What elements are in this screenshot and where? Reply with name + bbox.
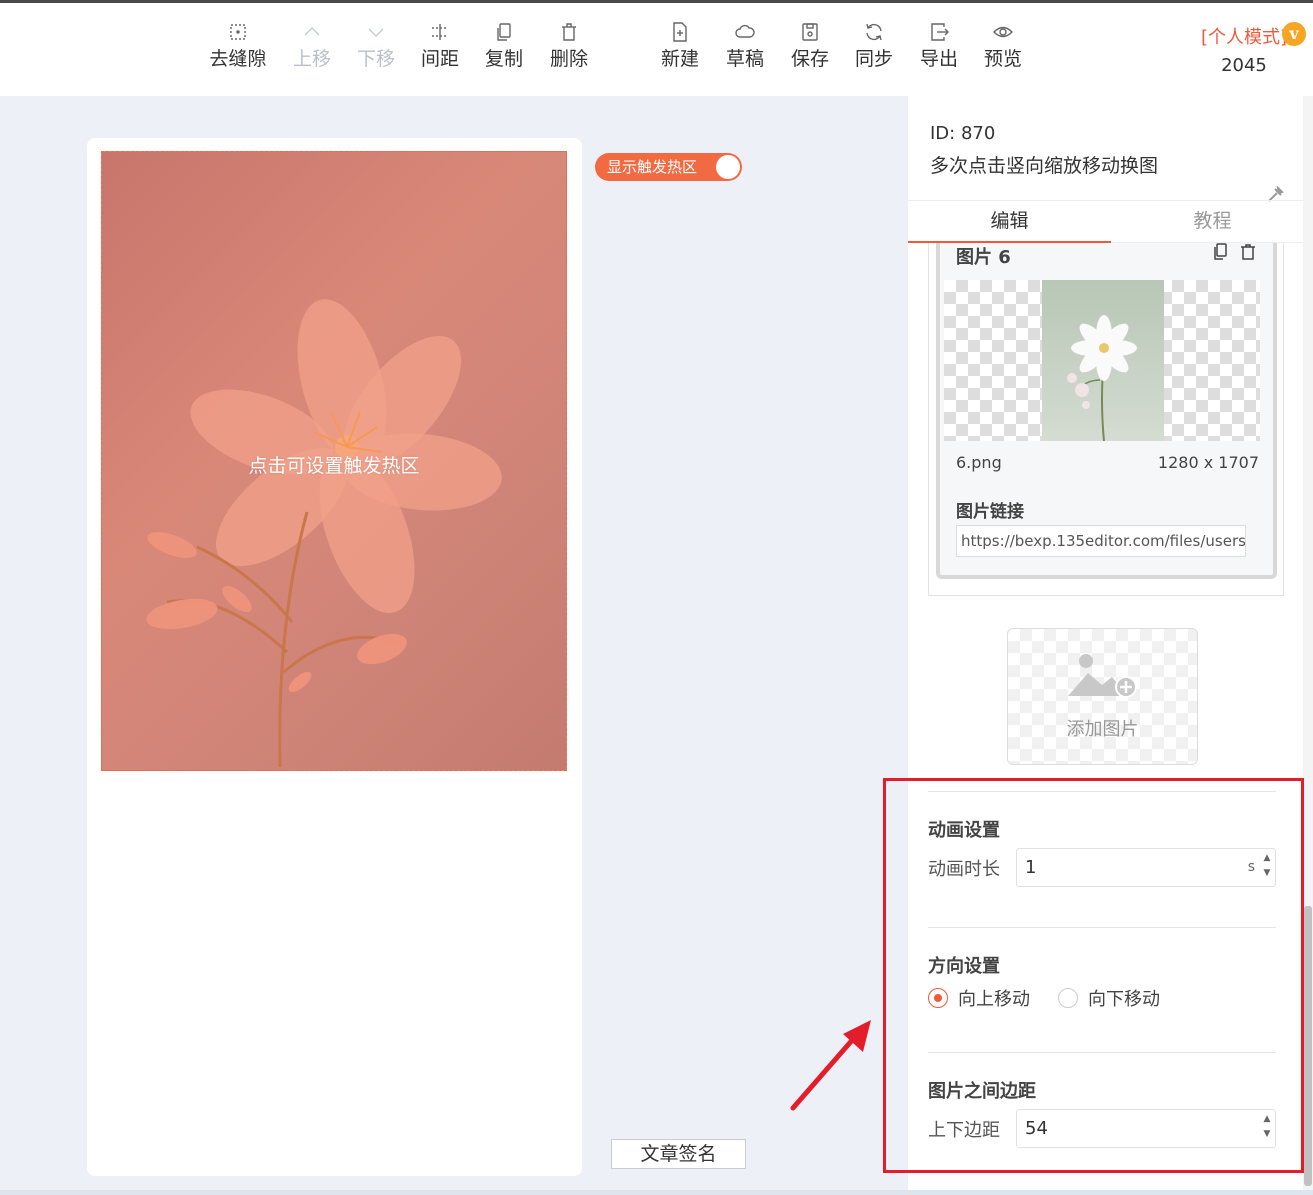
trash-icon[interactable] <box>1239 243 1257 265</box>
delete-label: 删除 <box>549 48 588 70</box>
image-dimensions: 1280 x 1707 <box>1157 453 1259 472</box>
chevron-down-icon <box>365 21 387 43</box>
spacing-icon <box>429 21 451 43</box>
sync-button[interactable]: 同步 <box>842 21 906 71</box>
eye-icon <box>992 21 1014 43</box>
preview-button[interactable]: 预览 <box>971 21 1035 71</box>
article-sign-button[interactable]: 文章签名 <box>611 1139 746 1169</box>
window-bottom-border <box>0 1190 1313 1195</box>
sync-icon <box>863 21 885 43</box>
copy-label: 复制 <box>484 48 523 70</box>
cloud-icon <box>734 21 756 43</box>
save-icon <box>799 21 821 43</box>
draft-label: 草稿 <box>725 48 764 70</box>
spacing-label: 间距 <box>420 48 459 70</box>
image-item-inner: 图片 6 6.png 1280 x 1707 图片链接 https://bexp… <box>936 243 1277 579</box>
delete-button[interactable]: 删除 <box>537 21 601 71</box>
copy-button[interactable]: 复制 <box>472 21 536 71</box>
image-item-title: 图片 6 <box>956 247 1011 268</box>
personal-mode[interactable]: [个人模式] 2045 <box>1201 23 1287 76</box>
image-thumbnail <box>1042 280 1164 441</box>
annotation-arrow-icon <box>790 1020 871 1111</box>
panel-scrollbar-thumb[interactable] <box>1304 906 1312 1186</box>
mode-number: 2045 <box>1221 55 1267 76</box>
poster-image[interactable]: 点击可设置触发热区 <box>101 151 567 771</box>
dotted-square-icon <box>227 21 249 43</box>
export-button[interactable]: 导出 <box>907 21 971 71</box>
save-button[interactable]: 保存 <box>778 21 842 71</box>
add-image-label: 添加图片 <box>1066 719 1139 740</box>
vip-badge-icon: v <box>1282 22 1306 46</box>
image-item-card: 图片 6 6.png 1280 x 1707 图片链接 https://bexp… <box>928 243 1284 596</box>
image-link-label: 图片链接 <box>956 502 1024 522</box>
add-image-button[interactable]: 添加图片 <box>1007 628 1198 765</box>
tab-edit[interactable]: 编辑 <box>908 201 1111 243</box>
trash-icon <box>558 21 580 43</box>
chevron-up-icon <box>301 21 323 43</box>
image-filename: 6.png <box>956 453 1002 472</box>
copy-icon[interactable] <box>1211 243 1229 265</box>
panel-tabs: 编辑 教程 <box>908 200 1313 243</box>
preview-label: 预览 <box>983 48 1022 70</box>
image-preview[interactable] <box>944 280 1260 441</box>
export-label: 导出 <box>919 48 958 70</box>
move-down-label: 下移 <box>356 48 395 70</box>
template-id: ID: 870 <box>930 123 996 144</box>
draft-button[interactable]: 草稿 <box>713 21 777 71</box>
add-image-icon <box>1068 654 1137 698</box>
toggle-label: 显示触发热区 <box>607 158 698 176</box>
copy-icon <box>493 21 515 43</box>
image-link-input[interactable]: https://bexp.135editor.com/files/users/0… <box>956 525 1246 557</box>
tab-tutorial[interactable]: 教程 <box>1111 201 1313 243</box>
export-icon <box>928 21 950 43</box>
move-up-label: 上移 <box>292 48 331 70</box>
image-item-actions <box>1209 243 1259 263</box>
toggle-knob <box>716 155 740 179</box>
new-file-icon <box>669 21 691 43</box>
hotzone-hint-text[interactable]: 点击可设置触发热区 <box>102 451 566 478</box>
spacing-button[interactable]: 间距 <box>408 21 472 71</box>
show-hotzone-toggle[interactable]: 显示触发热区 <box>595 153 742 181</box>
new-button[interactable]: 新建 <box>648 21 712 71</box>
move-up-button[interactable]: 上移 <box>280 21 344 71</box>
annotation-highlight-box <box>883 778 1304 1173</box>
template-name: 多次点击竖向缩放移动换图 <box>930 155 1159 177</box>
remove-gap-button[interactable]: 去缝隙 <box>206 21 270 71</box>
save-label: 保存 <box>790 48 829 70</box>
remove-gap-label: 去缝隙 <box>209 48 267 70</box>
new-label: 新建 <box>660 48 699 70</box>
toolbar: 去缝隙 上移 下移 间距 复制 删除 新建 草稿 保存 同步 导出 预览 [个人… <box>0 3 1313 96</box>
mode-label[interactable]: [个人模式] <box>1201 23 1287 49</box>
move-down-button[interactable]: 下移 <box>344 21 408 71</box>
sync-label: 同步 <box>854 48 893 70</box>
